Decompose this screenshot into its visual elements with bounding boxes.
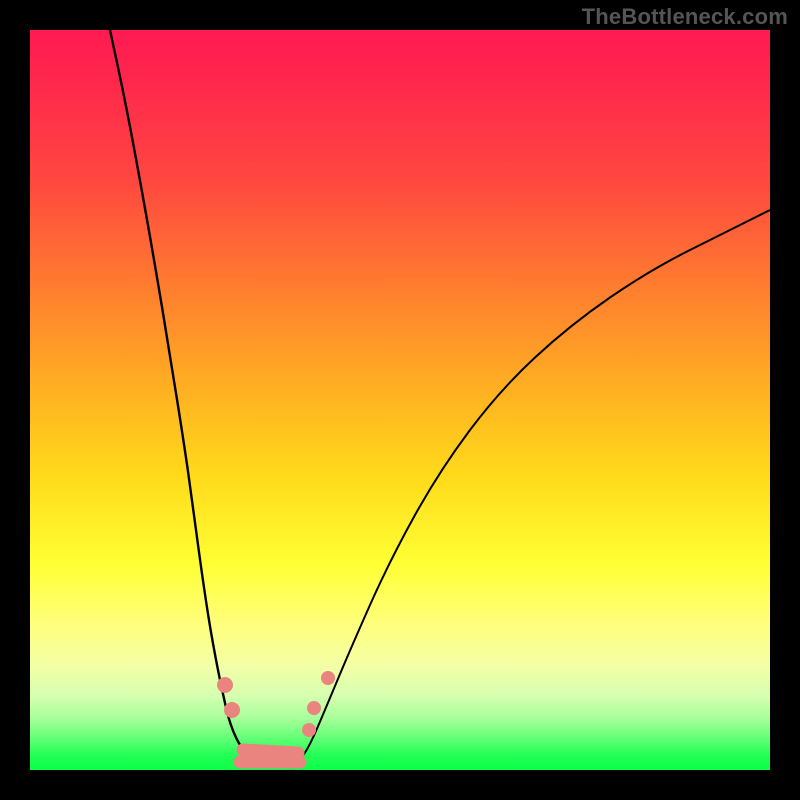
marker-dot	[217, 677, 233, 693]
marker-dot	[224, 702, 240, 718]
marker-segment	[243, 750, 298, 753]
marker-dot	[321, 671, 335, 685]
curve-layer	[30, 30, 770, 770]
watermark-text: TheBottleneck.com	[582, 4, 788, 30]
marker-dot	[302, 723, 316, 737]
marker-group	[217, 671, 335, 762]
right-curve	[300, 210, 770, 760]
plot-area	[30, 30, 770, 770]
marker-dot	[307, 701, 321, 715]
left-curve	[110, 30, 255, 760]
chart-frame: TheBottleneck.com	[0, 0, 800, 800]
